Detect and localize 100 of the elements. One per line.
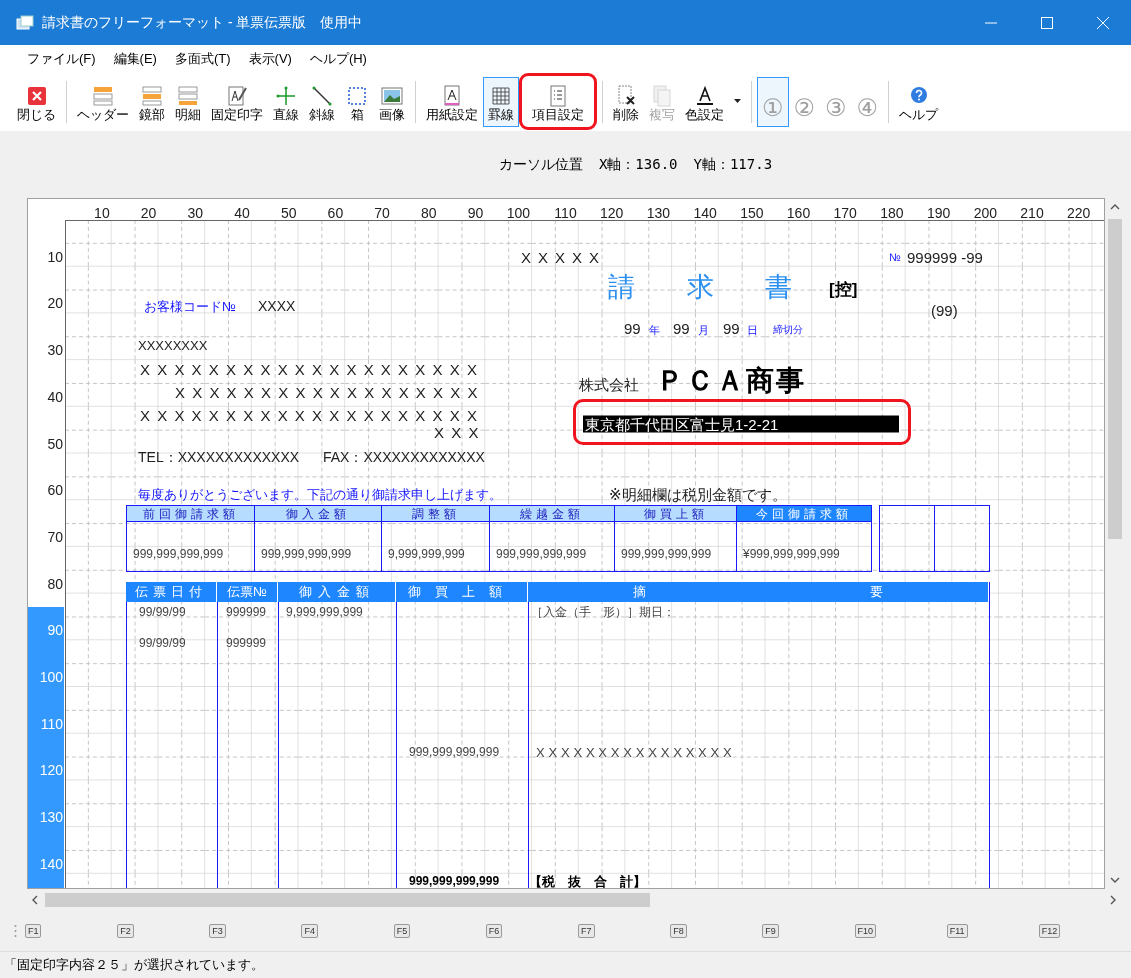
form-text[interactable]: ＰＣＡ商事 (656, 367, 806, 395)
form-canvas[interactable] (27, 198, 1105, 889)
function-key[interactable]: F4 (301, 923, 318, 939)
form-text[interactable]: 東京都千代田区富士見1-2-21 (583, 415, 899, 433)
form-text[interactable]: XXXX (258, 299, 296, 313)
menu-item[interactable]: 表示(V) (239, 49, 301, 69)
menu-item[interactable]: ヘルプ(H) (300, 49, 376, 69)
ruler-label: 50 (46, 436, 63, 451)
ruler-label: 120 (599, 206, 624, 220)
band-icon (140, 84, 164, 109)
menu-item[interactable]: 編集(E) (104, 49, 166, 69)
form-text[interactable]: XXXXXXXXXXXXXXXXXX (175, 384, 485, 400)
toolbar-button[interactable]: 項目設定 (527, 77, 589, 127)
ruler-label: 70 (373, 206, 390, 220)
form-text[interactable]: 99 (723, 320, 740, 336)
toolbar-button[interactable]: 斜線 (304, 77, 340, 127)
window-title: 請求書のフリーフォーマット - 単票伝票版 使用中 (42, 13, 364, 32)
form-text[interactable]: ※明細欄は税別金額です。 (609, 486, 787, 502)
ruler-label: 180 (879, 206, 904, 220)
ruler-label: 190 (925, 206, 951, 220)
toolbar-button[interactable]: 鏡部 (134, 77, 170, 127)
toolbar-button[interactable]: 直線 (268, 77, 304, 127)
ruler-label: 20 (46, 296, 63, 311)
ruler-label: 40 (46, 389, 63, 404)
scroll-down-icon[interactable] (1110, 876, 1120, 884)
function-key[interactable]: F8 (670, 923, 687, 939)
ruler-label: 80 (46, 576, 63, 591)
form-text[interactable]: 999999 -99 (907, 249, 983, 265)
ruler-label: 10 (46, 249, 63, 264)
toolbar-button[interactable]: 画像 (374, 77, 410, 127)
form-text[interactable]: 日 (747, 324, 758, 336)
form-text[interactable]: 99 (673, 320, 690, 336)
toolbar-button[interactable]: 色設定 (680, 77, 729, 127)
toolbar-button[interactable]: 削除 (608, 77, 644, 127)
form-text[interactable]: 99/99/99 (139, 606, 186, 618)
form-text[interactable]: ［入金（手 形）］期日： (531, 606, 675, 618)
function-key[interactable]: F12 (1038, 923, 1061, 939)
function-key[interactable]: F3 (209, 923, 226, 939)
caret-icon (734, 99, 741, 103)
toolbar-button[interactable]: 罫線 (483, 77, 519, 127)
form-text[interactable]: 99/99/99 (139, 637, 186, 649)
toolbar-button[interactable]: 固定印字 (206, 77, 268, 127)
form-text[interactable]: 締切分 (773, 325, 803, 335)
form-text[interactable]: 99 (624, 320, 641, 336)
toolbar-button[interactable]: ヘッダー (72, 77, 134, 127)
form-text[interactable]: XXX (434, 424, 486, 440)
toolbar-button[interactable]: 箱 (340, 77, 374, 127)
form-text[interactable]: FAX：XXXXXXXXXXXXX (323, 450, 485, 464)
ruler-label: 110 (553, 206, 577, 220)
scroll-right-icon[interactable] (1109, 895, 1117, 905)
ruler-label: 60 (326, 206, 344, 220)
function-key[interactable]: F1 (24, 923, 42, 939)
form-text[interactable]: 株式会社 (579, 376, 639, 392)
function-key[interactable]: F5 (393, 923, 411, 939)
menu-item[interactable]: ファイル(F) (18, 49, 105, 69)
form-text[interactable]: № (889, 251, 901, 263)
form-text[interactable]: [控] (829, 280, 858, 298)
form-text[interactable]: (99) (931, 302, 958, 318)
form-text[interactable]: 【税 抜 合 計】 (529, 874, 646, 888)
scroll-left-icon[interactable] (31, 895, 39, 905)
form-text[interactable]: XXXXX (521, 249, 607, 265)
toolbar-button[interactable]: ヘルプ (894, 77, 944, 127)
function-key[interactable]: F10 (854, 923, 877, 939)
form-text[interactable]: TEL：XXXXXXXXXXXXX (138, 450, 300, 464)
form-text[interactable]: 999999 (226, 637, 267, 649)
form-text[interactable]: XXXXXXXXXXXXXXXXXXXX (140, 361, 485, 377)
function-key[interactable]: F9 (762, 923, 779, 939)
form-text[interactable]: XXXXXXXXXXXXXXXX (536, 745, 736, 759)
grip-icon[interactable] (14, 924, 17, 938)
coordinate-text: Y軸：117.3 (693, 155, 773, 174)
menu-item[interactable]: 多面式(T) (165, 49, 240, 69)
form-text[interactable]: XXXXXXXX (138, 338, 208, 352)
function-key[interactable]: F2 (117, 923, 134, 939)
ruler-label: 60 (46, 483, 63, 498)
function-key[interactable]: F6 (485, 923, 503, 939)
toolbar-button[interactable]: 閉じる (12, 77, 61, 127)
column-header: 伝票日付 (126, 582, 217, 602)
form-text[interactable]: 9,999,999,999 (286, 606, 363, 618)
scroll-up-icon[interactable] (1110, 203, 1120, 211)
status-text: 「固定印字内容２５」が選択されています。 (4, 956, 264, 975)
column-header: 御入金額 (254, 505, 382, 522)
toolbar-button[interactable]: 明細 (170, 77, 206, 127)
form-text[interactable]: XXXXXXXXXXXXXXXXXXXX (140, 407, 485, 423)
ruler-label: 40 (233, 206, 250, 220)
form-text[interactable]: 999,999,999,999 (409, 746, 500, 758)
form-text[interactable]: 999,999,999,999 (409, 875, 500, 887)
function-key[interactable]: F11 (946, 923, 968, 939)
toolbar-button[interactable]: 用紙設定 (421, 77, 483, 127)
ruler-label: 10 (93, 206, 110, 220)
form-text[interactable]: 年 (649, 324, 660, 336)
ruler-label: 90 (466, 206, 484, 220)
form-text[interactable]: 毎度ありがとうございます。下記の通り御請求申し上げます。 (138, 487, 502, 501)
form-text[interactable]: 999999 (226, 606, 267, 618)
form-text[interactable]: 月 (698, 324, 709, 336)
column-header: 御入金額 (278, 582, 396, 602)
function-key[interactable]: F7 (578, 923, 595, 939)
ruler-label: 130 (645, 206, 671, 220)
close-icon (1097, 16, 1109, 29)
form-text[interactable]: お客様コード№ (144, 299, 236, 313)
table-cell: 999,999,999,999 (126, 522, 255, 572)
